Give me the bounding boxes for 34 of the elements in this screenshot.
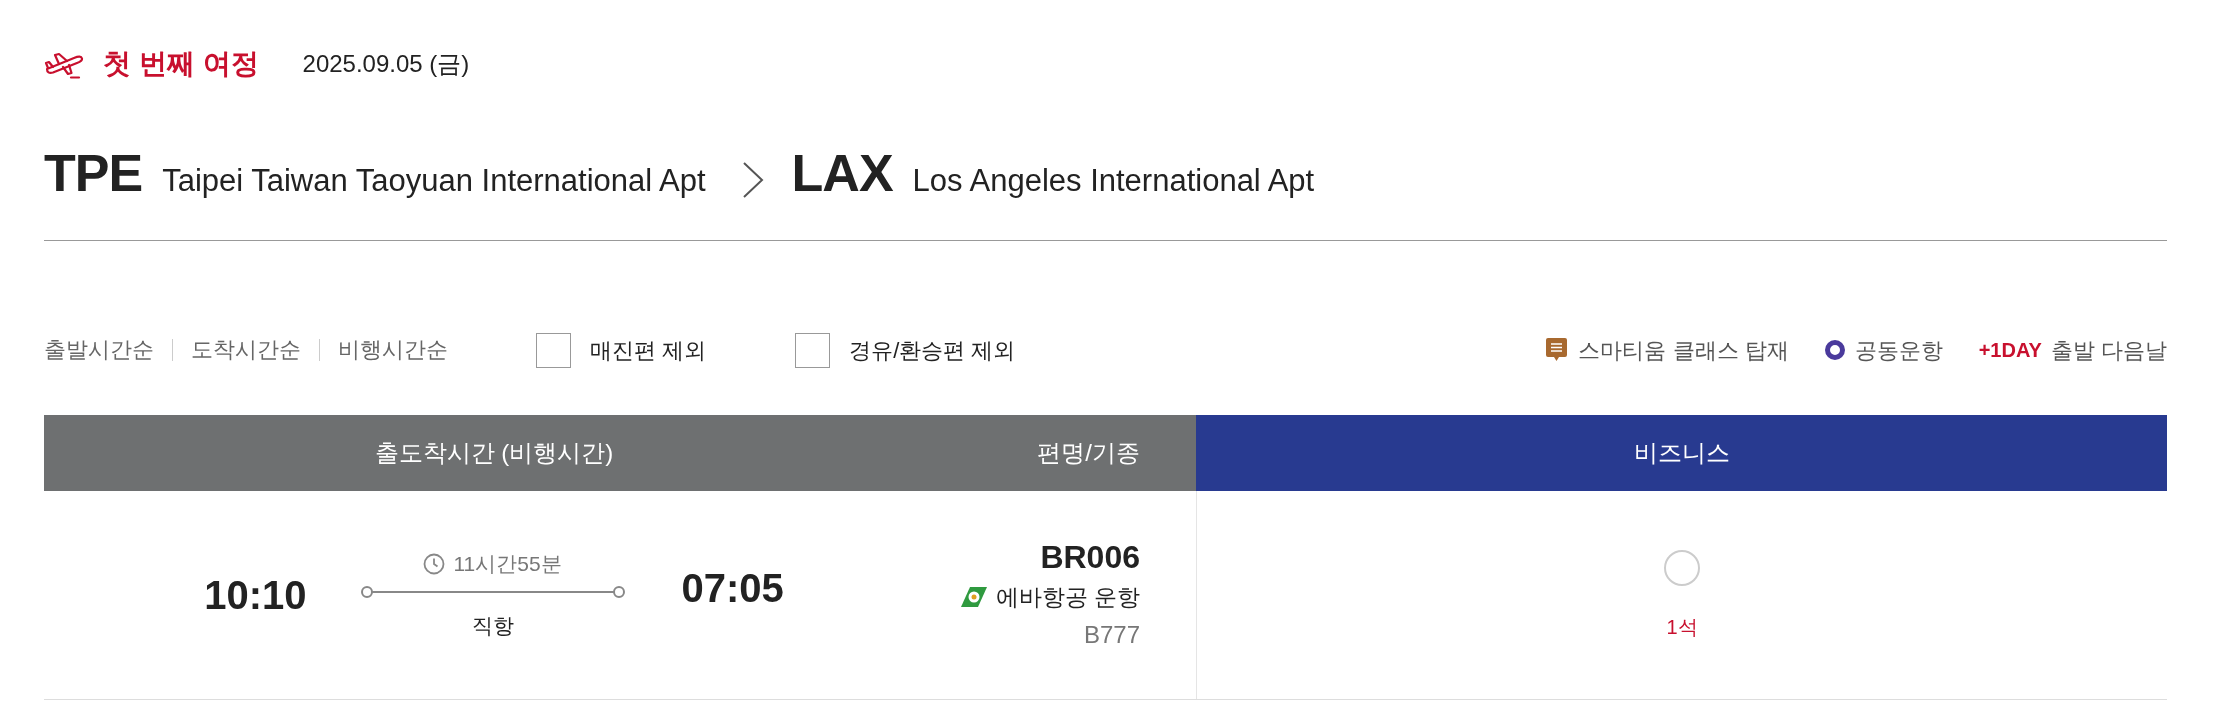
speech-bubble-icon [1546,338,1568,362]
stops-label: 직항 [471,613,514,639]
airport-name: Taipei Taiwan Taoyuan International Apt [162,162,706,200]
column-header: 출도착시간 (비행시간) [44,415,944,491]
trip-date: 2025.09.05 (금) [302,49,470,79]
airline-logo-icon [960,587,987,607]
legend-label: 출발 다음날 [2050,336,2167,365]
fare-radio[interactable] [1664,549,1700,586]
sort-option[interactable]: 비행시간순 [319,339,466,361]
flight-number: BR006 [1040,538,1140,577]
legend-label: 스마티움 클래스 탑재 [1578,336,1789,365]
arrival-time: 07:05 [681,565,784,612]
departure-time: 10:10 [204,572,307,619]
legend-label: 공동운항 [1854,336,1943,365]
checkbox-label[interactable]: 경유/환승편 제외 [849,333,1016,367]
checkbox-label[interactable]: 매진편 제외 [590,333,707,367]
aircraft-type: B777 [1083,620,1140,650]
flight-duration: 11시간55분 [453,551,562,577]
checkbox[interactable] [795,332,831,368]
chevron-right-icon [741,161,764,199]
trip-title: 첫 번째 여정 [103,47,259,81]
column-header: 비즈니스 [1196,415,2167,491]
clock-icon [423,553,446,575]
sort-option[interactable]: 도착시간순 [172,339,319,361]
sort-option[interactable]: 출발시간순 [44,339,172,361]
operator-label: 에바항공 운항 [995,583,1140,612]
airport-code: TPE [44,145,143,203]
seats-left: 1석 [1666,614,1698,640]
ring-icon [1824,340,1845,360]
next-day-tag: +1DAY [1978,335,2042,365]
column-header: 편명/기종 [944,415,1196,491]
checkbox[interactable] [536,332,571,368]
airport-code: LAX [791,145,893,203]
airport-name: Los Angeles International Apt [912,162,1315,200]
